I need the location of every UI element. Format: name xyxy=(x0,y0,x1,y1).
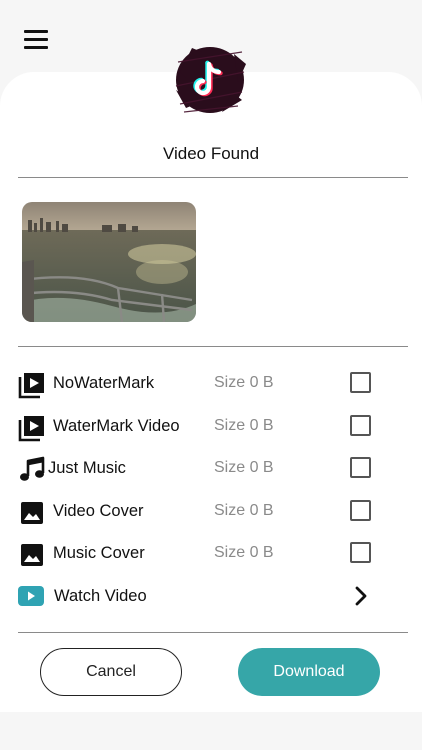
divider xyxy=(18,346,408,347)
hamburger-menu-icon[interactable] xyxy=(24,30,48,50)
cancel-button[interactable]: Cancel xyxy=(40,648,182,696)
chevron-right-icon[interactable] xyxy=(352,584,372,608)
option-checkbox[interactable] xyxy=(350,542,371,563)
image-icon xyxy=(21,544,43,566)
tiktok-logo-icon xyxy=(175,47,246,113)
video-thumbnail xyxy=(22,202,196,322)
option-size: Size 0 B xyxy=(214,374,274,391)
option-label: NoWaterMark xyxy=(53,374,155,392)
option-checkbox[interactable] xyxy=(350,415,371,436)
video-found-title: Video Found xyxy=(162,144,260,163)
divider xyxy=(18,177,408,178)
video-library-icon xyxy=(18,373,44,399)
option-label: Video Cover xyxy=(53,502,144,520)
option-size: Size 0 B xyxy=(214,417,274,434)
option-size: Size 0 B xyxy=(214,459,274,476)
download-button[interactable]: Download xyxy=(238,648,380,696)
option-row-just-music: Just Music Size 0 B xyxy=(18,450,398,486)
watch-video-row[interactable]: Watch Video xyxy=(18,578,398,614)
option-label: Music Cover xyxy=(53,544,145,562)
option-label: WaterMark Video xyxy=(53,417,180,435)
option-row-music-cover: Music Cover Size 0 B xyxy=(18,535,398,571)
video-library-icon xyxy=(18,416,44,442)
image-icon xyxy=(21,502,43,524)
option-size: Size 0 B xyxy=(214,544,274,561)
music-note-icon xyxy=(20,456,45,481)
watch-video-label: Watch Video xyxy=(54,587,147,605)
option-row-video-cover: Video Cover Size 0 B xyxy=(18,493,398,529)
option-row-watermark-video: WaterMark Video Size 0 B xyxy=(18,408,398,444)
option-size: Size 0 B xyxy=(214,502,274,519)
option-checkbox[interactable] xyxy=(350,372,371,393)
option-checkbox[interactable] xyxy=(350,500,371,521)
option-checkbox[interactable] xyxy=(350,457,371,478)
option-row-nowatermark: NoWaterMark Size 0 B xyxy=(18,365,398,401)
option-label: Just Music xyxy=(48,459,126,477)
divider xyxy=(18,632,408,633)
youtube-play-icon xyxy=(18,586,44,606)
